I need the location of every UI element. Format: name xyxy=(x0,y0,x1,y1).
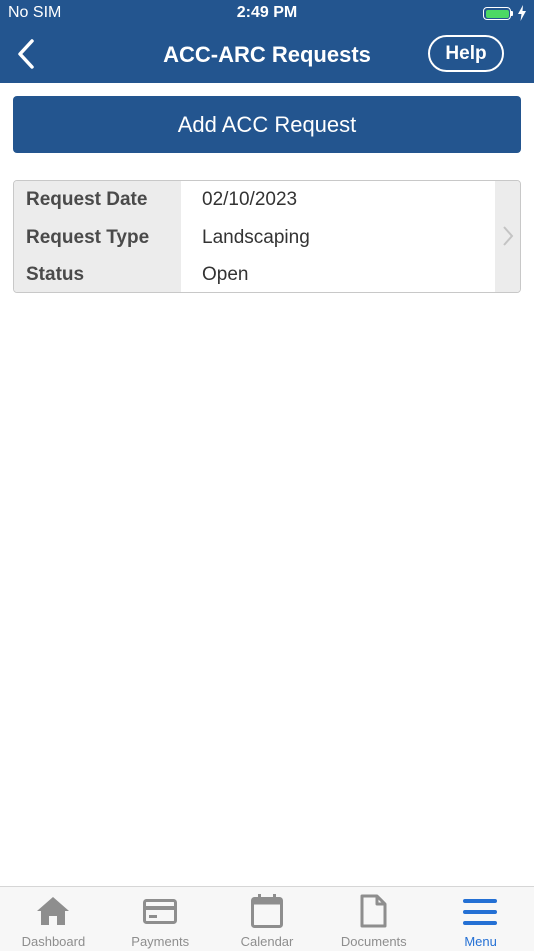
request-date-label: Request Date xyxy=(26,189,148,210)
charging-bolt-icon xyxy=(518,5,526,21)
home-icon xyxy=(37,897,69,925)
battery-icon xyxy=(483,7,511,20)
request-type-label: Request Type xyxy=(26,227,150,248)
chevron-right-icon xyxy=(503,226,514,246)
tab-label: Documents xyxy=(340,934,407,949)
status-label: Status xyxy=(26,264,85,285)
credit-card-icon xyxy=(142,899,177,924)
tab-documents[interactable]: Documents xyxy=(320,887,427,951)
request-date-value: 02/10/2023 xyxy=(202,189,298,210)
clock: 2:49 PM xyxy=(236,4,298,21)
nav-header: No SIM 2:49 PM ACC-ARC Requests Help xyxy=(0,0,534,83)
tab-label: Calendar xyxy=(240,934,294,949)
battery-tip xyxy=(511,11,513,16)
tab-label: Payments xyxy=(131,934,190,949)
help-button[interactable]: Help xyxy=(428,35,504,72)
tab-payments[interactable]: Payments xyxy=(107,887,214,951)
tab-bar: Dashboard Payments Calendar Documents Me… xyxy=(0,886,534,951)
tab-menu[interactable]: Menu xyxy=(427,887,534,951)
calendar-icon xyxy=(250,894,283,928)
tab-label: Menu xyxy=(464,934,497,949)
status-value: Open xyxy=(202,264,249,285)
tab-calendar[interactable]: Calendar xyxy=(214,887,321,951)
tab-label: Dashboard xyxy=(21,934,86,949)
status-bar: No SIM 2:49 PM xyxy=(0,0,534,28)
hamburger-menu-icon xyxy=(463,899,498,925)
request-list-item[interactable]: Request Date 02/10/2023 Request Type Lan… xyxy=(13,180,521,293)
document-icon xyxy=(360,894,387,928)
request-type-value: Landscaping xyxy=(202,227,310,248)
tab-dashboard[interactable]: Dashboard xyxy=(0,887,107,951)
add-acc-request-button[interactable]: Add ACC Request xyxy=(13,96,521,153)
